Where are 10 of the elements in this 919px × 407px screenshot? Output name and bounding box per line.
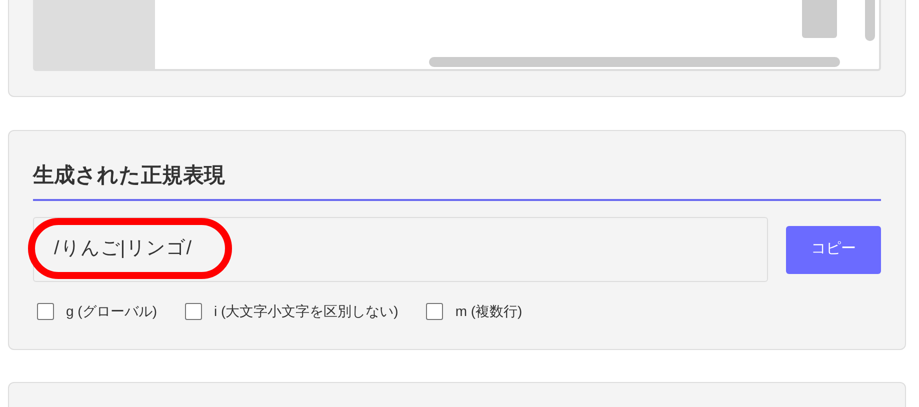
- checkbox-label: m (複数行): [455, 302, 522, 321]
- regex-text: /りんご|リンゴ/: [54, 237, 192, 262]
- checkbox[interactable]: [37, 303, 54, 320]
- checkbox[interactable]: [426, 303, 444, 320]
- checkbox-label: i (大文字小文字を区別しない): [214, 302, 398, 321]
- horizontal-scrollbar[interactable]: [429, 57, 840, 67]
- section-title: 生成された正規表現: [33, 161, 881, 201]
- checkbox-label: g (グローバル): [66, 302, 157, 321]
- copy-button[interactable]: コピー: [786, 226, 881, 274]
- checkbox[interactable]: [185, 303, 202, 320]
